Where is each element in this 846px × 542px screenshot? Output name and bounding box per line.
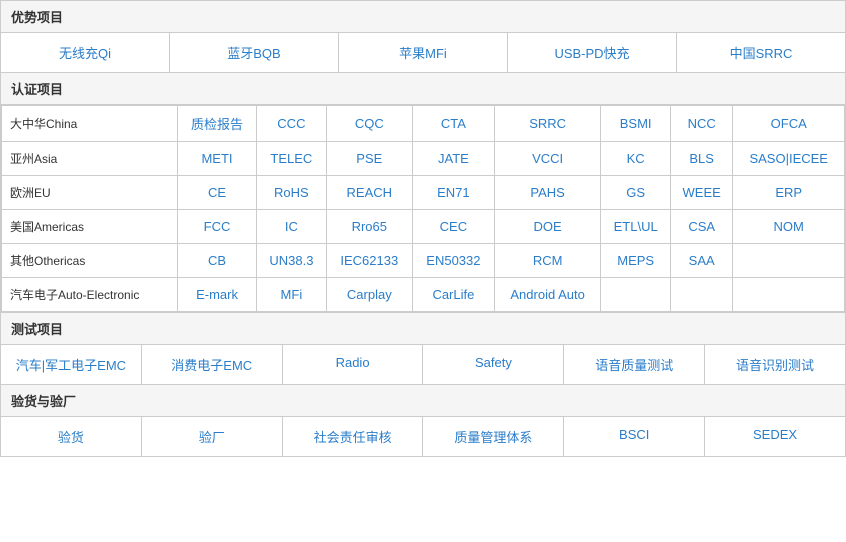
- cert-cell-empty: [733, 278, 845, 312]
- row-label-3: 美国Americas: [2, 210, 178, 244]
- advantage-item-4[interactable]: 中国SRRC: [677, 33, 845, 72]
- inspect-item-0[interactable]: 验货: [1, 417, 142, 456]
- inspection-row: 验货 验厂 社会责任审核 质量管理体系 BSCI SEDEX: [1, 417, 845, 456]
- inspect-item-2[interactable]: 社会责任审核: [283, 417, 424, 456]
- cert-cell[interactable]: 质检报告: [177, 106, 256, 142]
- cert-cell[interactable]: JATE: [412, 142, 494, 176]
- cert-cell-empty: [733, 244, 845, 278]
- cert-cell[interactable]: GS: [601, 176, 671, 210]
- row-label-1: 亚州Asia: [2, 142, 178, 176]
- cert-cell[interactable]: PSE: [326, 142, 412, 176]
- cert-cell[interactable]: Rro65: [326, 210, 412, 244]
- cert-cell[interactable]: SAA: [670, 244, 733, 278]
- cert-cell[interactable]: EN71: [412, 176, 494, 210]
- advantage-header: 优势项目: [1, 1, 845, 33]
- test-item-0[interactable]: 汽车|军工电子EMC: [1, 345, 142, 384]
- row-label-0: 大中华China: [2, 106, 178, 142]
- cert-cell[interactable]: CSA: [670, 210, 733, 244]
- cert-cell[interactable]: Android Auto: [494, 278, 601, 312]
- inspection-header: 验货与验厂: [1, 385, 845, 417]
- cert-cell[interactable]: METI: [177, 142, 256, 176]
- cert-cell[interactable]: VCCI: [494, 142, 601, 176]
- cert-cell[interactable]: DOE: [494, 210, 601, 244]
- cert-cell-empty: [670, 278, 733, 312]
- cert-cell[interactable]: CQC: [326, 106, 412, 142]
- cert-cell[interactable]: SRRC: [494, 106, 601, 142]
- cert-cell[interactable]: BLS: [670, 142, 733, 176]
- cert-cell[interactable]: SASO|IECEE: [733, 142, 845, 176]
- table-row: 亚州Asia METI TELEC PSE JATE VCCI KC BLS S…: [2, 142, 845, 176]
- cert-cell[interactable]: PAHS: [494, 176, 601, 210]
- table-row: 欧洲EU CE RoHS REACH EN71 PAHS GS WEEE ERP: [2, 176, 845, 210]
- cert-cell[interactable]: REACH: [326, 176, 412, 210]
- cert-cell[interactable]: CB: [177, 244, 256, 278]
- cert-cell[interactable]: OFCA: [733, 106, 845, 142]
- cert-cell[interactable]: TELEC: [257, 142, 327, 176]
- cert-cell[interactable]: WEEE: [670, 176, 733, 210]
- certification-header: 认证项目: [1, 73, 845, 105]
- cert-cell[interactable]: CE: [177, 176, 256, 210]
- advantage-item-1[interactable]: 蓝牙BQB: [170, 33, 339, 72]
- advantage-item-2[interactable]: 苹果MFi: [339, 33, 508, 72]
- table-row: 其他Othericas CB UN38.3 IEC62133 EN50332 R…: [2, 244, 845, 278]
- table-row: 汽车电子Auto-Electronic E-mark MFi Carplay C…: [2, 278, 845, 312]
- cert-cell[interactable]: Carplay: [326, 278, 412, 312]
- cert-cell[interactable]: E-mark: [177, 278, 256, 312]
- cert-cell[interactable]: MFi: [257, 278, 327, 312]
- inspect-item-1[interactable]: 验厂: [142, 417, 283, 456]
- inspect-item-4[interactable]: BSCI: [564, 417, 705, 456]
- cert-cell[interactable]: ETL\UL: [601, 210, 671, 244]
- test-row: 汽车|军工电子EMC 消费电子EMC Radio Safety 语音质量测试 语…: [1, 345, 845, 384]
- test-item-5[interactable]: 语音识别测试: [705, 345, 845, 384]
- cert-cell[interactable]: CEC: [412, 210, 494, 244]
- advantage-item-0[interactable]: 无线充Qi: [1, 33, 170, 72]
- cert-cell[interactable]: IC: [257, 210, 327, 244]
- cert-cell[interactable]: NOM: [733, 210, 845, 244]
- cert-cell[interactable]: CTA: [412, 106, 494, 142]
- cert-cell[interactable]: IEC62133: [326, 244, 412, 278]
- cert-cell[interactable]: NCC: [670, 106, 733, 142]
- cert-cell[interactable]: RoHS: [257, 176, 327, 210]
- row-label-2: 欧洲EU: [2, 176, 178, 210]
- cert-cell[interactable]: FCC: [177, 210, 256, 244]
- test-item-4[interactable]: 语音质量测试: [564, 345, 705, 384]
- cert-cell[interactable]: MEPS: [601, 244, 671, 278]
- cert-cell[interactable]: KC: [601, 142, 671, 176]
- test-header: 测试项目: [1, 313, 845, 345]
- table-row: 大中华China 质检报告 CCC CQC CTA SRRC BSMI NCC …: [2, 106, 845, 142]
- table-row: 美国Americas FCC IC Rro65 CEC DOE ETL\UL C…: [2, 210, 845, 244]
- cert-cell-empty: [601, 278, 671, 312]
- cert-cell[interactable]: ERP: [733, 176, 845, 210]
- advantage-row: 无线充Qi 蓝牙BQB 苹果MFi USB-PD快充 中国SRRC: [1, 33, 845, 72]
- advantage-item-3[interactable]: USB-PD快充: [508, 33, 677, 72]
- cert-cell[interactable]: EN50332: [412, 244, 494, 278]
- cert-cell[interactable]: CarLife: [412, 278, 494, 312]
- test-item-3[interactable]: Safety: [423, 345, 564, 384]
- row-label-5: 汽车电子Auto-Electronic: [2, 278, 178, 312]
- cert-cell[interactable]: RCM: [494, 244, 601, 278]
- cert-cell[interactable]: UN38.3: [257, 244, 327, 278]
- row-label-4: 其他Othericas: [2, 244, 178, 278]
- inspect-item-3[interactable]: 质量管理体系: [423, 417, 564, 456]
- certification-table: 大中华China 质检报告 CCC CQC CTA SRRC BSMI NCC …: [1, 105, 845, 312]
- cert-cell[interactable]: CCC: [257, 106, 327, 142]
- cert-cell[interactable]: BSMI: [601, 106, 671, 142]
- test-item-2[interactable]: Radio: [283, 345, 424, 384]
- inspect-item-5[interactable]: SEDEX: [705, 417, 845, 456]
- test-item-1[interactable]: 消费电子EMC: [142, 345, 283, 384]
